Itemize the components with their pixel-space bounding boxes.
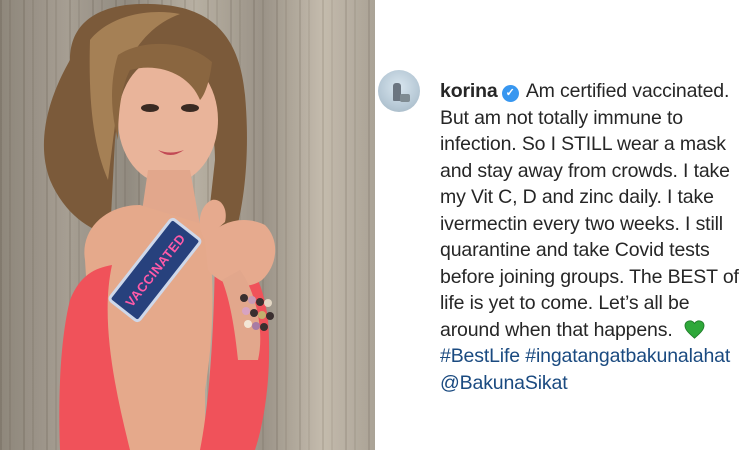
instagram-post-screenshot: VACCINATED korina ✓ Am certified vaccinat… (0, 0, 750, 450)
woman-portrait-illustration (43, 3, 276, 450)
green-heart-icon (684, 319, 705, 339)
caption-text: Am certified vaccinated. But am not tota… (440, 80, 739, 341)
mention-bakunasikat[interactable]: @BakunaSikat (440, 372, 568, 394)
verified-badge-icon: ✓ (501, 85, 519, 102)
right-eye (181, 104, 199, 112)
username-link[interactable]: korina (440, 80, 498, 102)
avatar-dog (400, 94, 410, 102)
hashtag-bestlife[interactable]: #BestLife (440, 345, 520, 367)
hashtag-ingatangatbakunalahat[interactable]: #ingatangatbakunalahat (525, 345, 730, 367)
left-eye (141, 104, 159, 112)
post-photo: VACCINATED (0, 0, 375, 450)
post-caption: korina ✓ Am certified vaccinated. But am … (440, 78, 746, 396)
profile-avatar[interactable] (378, 70, 420, 112)
bracelets (240, 294, 274, 331)
